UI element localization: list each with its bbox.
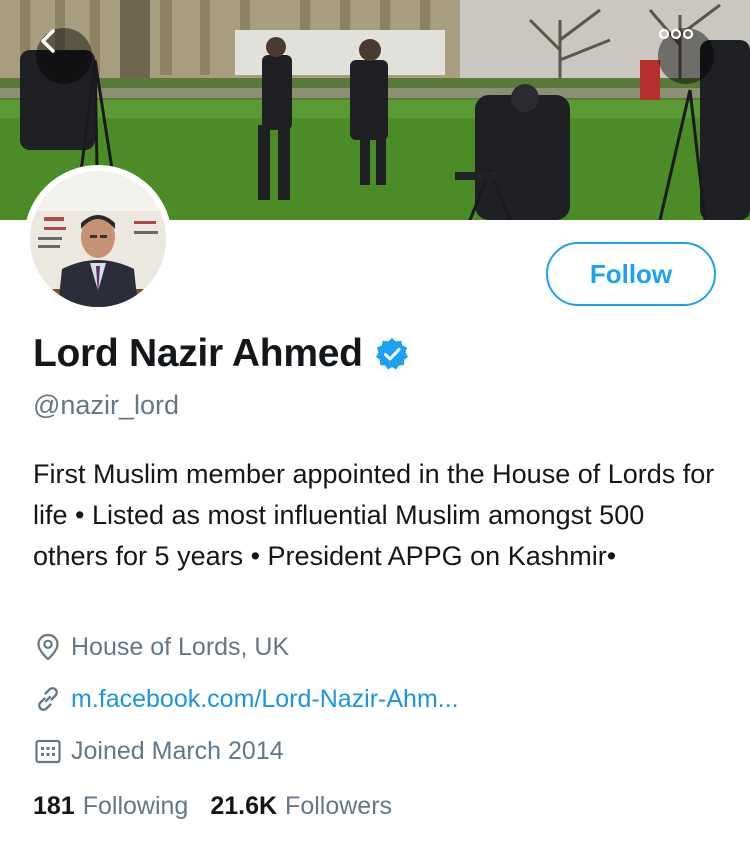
calendar-icon — [35, 739, 61, 764]
website-link[interactable]: m.facebook.com/Lord-Nazir-Ahm... — [71, 685, 459, 714]
location-text: House of Lords, UK — [71, 632, 290, 661]
profile-name-row: Lord Nazir Ahmed — [33, 332, 409, 376]
following-count: 181 — [33, 792, 75, 820]
link-icon — [38, 687, 58, 711]
profile-location: House of Lords, UK — [33, 632, 289, 662]
profile-avatar[interactable] — [24, 165, 172, 313]
back-button[interactable] — [36, 28, 92, 84]
more-options-icon — [658, 28, 694, 40]
follow-button[interactable]: Follow — [546, 242, 716, 306]
location-pin-icon — [37, 633, 59, 661]
profile-joined-date: Joined March 2014 — [33, 736, 284, 766]
verified-badge-icon — [375, 338, 408, 370]
followers-count: 21.6K — [210, 792, 278, 820]
following-stat[interactable]: 181 Following — [33, 792, 188, 821]
profile-handle: @nazir_lord — [33, 390, 179, 420]
more-options-button[interactable] — [658, 28, 714, 84]
following-label: Following — [82, 792, 189, 820]
followers-stat[interactable]: 21.6K Followers — [210, 792, 392, 821]
joined-text: Joined March 2014 — [71, 736, 284, 765]
display-name: Lord Nazir Ahmed — [33, 332, 363, 375]
profile-bio: First Muslim member appointed in the Hou… — [33, 459, 715, 571]
profile-stats: 181 Following 21.6K Followers — [33, 792, 414, 821]
profile-website[interactable]: m.facebook.com/Lord-Nazir-Ahm... — [33, 684, 459, 714]
avatar-photo — [30, 171, 166, 307]
chevron-left-icon — [41, 29, 55, 53]
followers-label: Followers — [285, 792, 393, 820]
